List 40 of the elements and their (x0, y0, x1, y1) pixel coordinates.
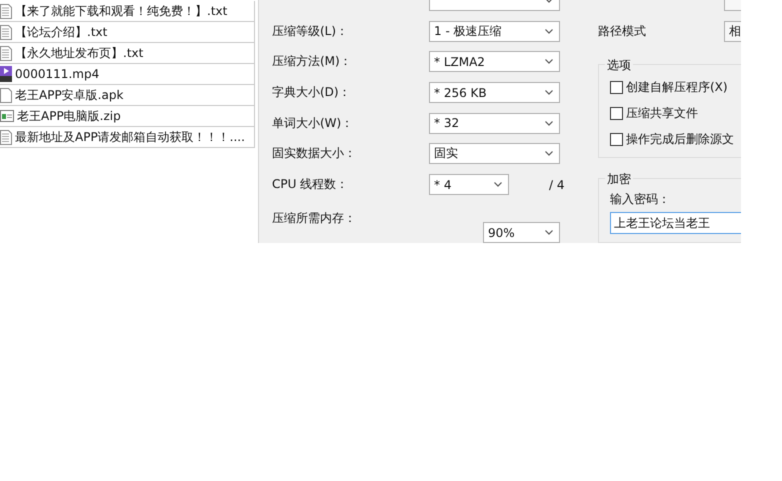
checkbox-label: 操作完成后删除源文 (626, 130, 734, 148)
group-title: 选项 (605, 57, 633, 74)
dropdown[interactable]: * 4 (429, 174, 509, 196)
checkbox-label: 压缩共享文件 (626, 104, 698, 122)
dropdown[interactable]: * LZMA2 (429, 51, 560, 72)
text-file-icon (0, 24, 12, 40)
dropdown[interactable]: 固实 (429, 143, 560, 164)
video-file-icon (0, 66, 12, 82)
checkbox[interactable] (610, 80, 623, 94)
file-row[interactable]: 老王APP安卓版.apk (0, 85, 255, 106)
dropdown[interactable]: 相 (724, 21, 741, 42)
file-row[interactable]: 0000111.mp4 (0, 64, 255, 85)
checkbox[interactable] (610, 106, 623, 120)
text-file-icon (0, 130, 12, 144)
path-mode-label: 路径模式 (598, 23, 647, 40)
dropdown[interactable]: * 32 (429, 112, 560, 134)
dropdown[interactable]: * 256 KB (429, 82, 560, 104)
setting-label: CPU 线程数： (272, 176, 350, 194)
blank-file-icon (0, 88, 12, 102)
checkbox[interactable] (610, 132, 623, 146)
setting-label: 压缩等级(L)： (272, 22, 350, 40)
checkbox-label: 创建自解压程序(X) (626, 78, 728, 96)
thread-count-total: / 4 (549, 178, 564, 192)
dropdown[interactable]: 90% (483, 222, 560, 243)
file-row[interactable]: 最新地址及APP请发邮箱自动获取！！！.... (0, 127, 255, 148)
setting-label: 压缩所需内存： (272, 210, 357, 228)
password-label: 输入密码： (610, 191, 671, 208)
setting-label: 压缩方法(M)： (272, 53, 353, 70)
dropdown[interactable]: 1 - 极速压缩 (429, 20, 560, 42)
file-row[interactable]: 老王APP电脑版.zip (0, 106, 255, 127)
file-row[interactable]: 【论坛介绍】.txt (0, 22, 255, 43)
window-file-icon (0, 110, 14, 122)
password-field[interactable]: 上老王论坛当老王 (610, 212, 741, 234)
text-file-icon (0, 4, 12, 18)
file-row[interactable]: 【永久地址发布页】.txt (0, 43, 255, 64)
setting-label: 单词大小(W)： (272, 114, 354, 132)
setting-label: 字典大小(D)： (272, 84, 352, 102)
text-file-icon (0, 46, 12, 60)
setting-label: 固实数据大小： (272, 145, 357, 162)
file-row[interactable]: 【来了就能下载和观看！纯免费！】.txt (0, 1, 255, 22)
